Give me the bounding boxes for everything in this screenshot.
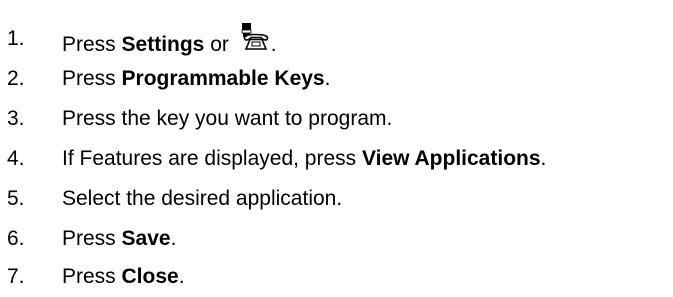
step-number: 6. xyxy=(7,227,25,250)
step-text-plain: Press the key you want to program. xyxy=(62,107,393,130)
step-keyword: Save xyxy=(121,227,171,250)
step-keyword: View Applications xyxy=(361,147,541,170)
step-keyword: Close xyxy=(121,265,179,288)
step-text: Press Close. xyxy=(62,265,185,289)
step-number: 4. xyxy=(7,147,25,170)
step-text-plain: . xyxy=(270,33,277,56)
step-text-plain: Press xyxy=(62,265,122,288)
step-number: 1. xyxy=(7,27,25,50)
step-text: Press Save. xyxy=(62,227,176,251)
step-keyword: Programmable Keys xyxy=(121,67,325,90)
step-text: Press the key you want to program. xyxy=(62,107,392,131)
step-text-plain: Press xyxy=(62,227,122,250)
step-text: If Features are displayed, press View Ap… xyxy=(62,147,546,171)
step-text-plain: . xyxy=(170,227,177,250)
step-keyword: Settings xyxy=(121,33,205,56)
step-text: Press Settings or . xyxy=(62,21,277,57)
step-number: 3. xyxy=(7,107,25,130)
step-text-plain: . xyxy=(540,147,547,170)
step-text-plain: If Features are displayed, press xyxy=(62,147,362,170)
step-number: 5. xyxy=(7,187,25,210)
step-text-plain: or xyxy=(204,33,235,56)
step-text-plain: Press xyxy=(62,33,122,56)
step-text-plain: . xyxy=(324,67,331,90)
step-text-plain: Press xyxy=(62,67,122,90)
step-number: 2. xyxy=(7,67,25,90)
step-text-plain: . xyxy=(178,265,185,288)
step-text: Select the desired application. xyxy=(62,187,342,211)
step-number: 7. xyxy=(7,265,25,288)
step-text: Press Programmable Keys. xyxy=(62,67,330,91)
step-text-plain: Select the desired application. xyxy=(62,187,343,210)
settings-phone-icon xyxy=(241,23,268,50)
